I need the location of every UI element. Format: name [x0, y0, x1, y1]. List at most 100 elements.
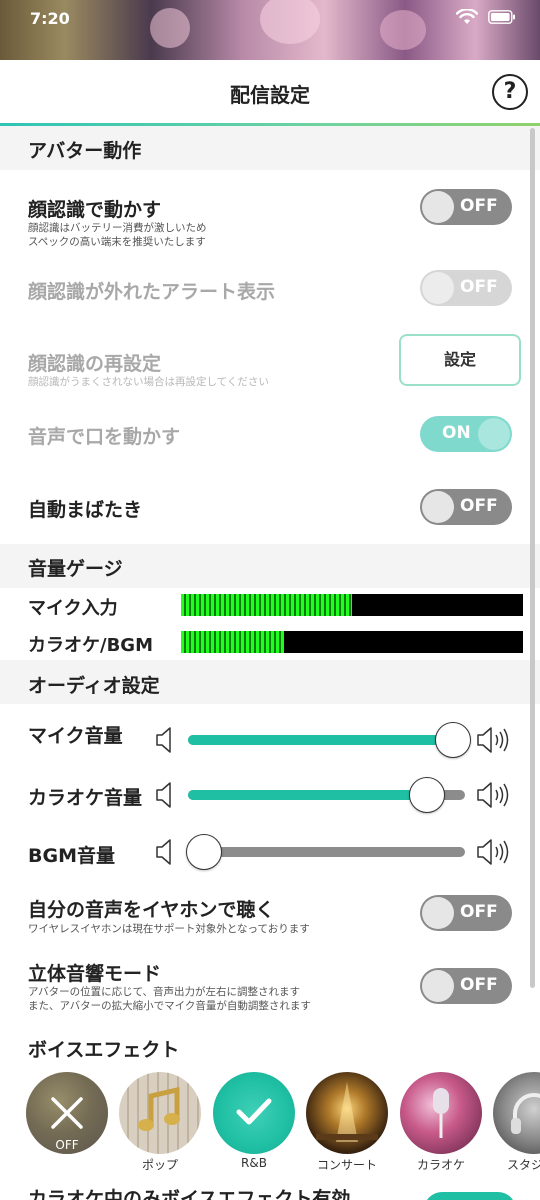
- karaoke-volume-fill: [188, 790, 427, 800]
- face-alert-toggle[interactable]: OFF: [420, 270, 512, 306]
- toggle-state: OFF: [460, 496, 498, 516]
- stereo-desc-2: また、アバターの拡大縮小でマイク音量が自動調整されます: [28, 1000, 311, 1012]
- karaoke-volume-label: カラオケ音量: [28, 787, 143, 809]
- section-title-avatar: アバター動作: [28, 140, 142, 162]
- speaker-low-icon: [156, 839, 171, 865]
- effect-label: カラオケ: [416, 1158, 465, 1172]
- mic-meter-label: マイク入力: [28, 598, 118, 619]
- toggle-state: OFF: [460, 277, 498, 297]
- scrollbar[interactable]: [530, 128, 535, 988]
- effect-label: コンサート: [316, 1158, 377, 1172]
- stereo-toggle[interactable]: OFF: [420, 968, 512, 1004]
- speaker-high-icon: [477, 839, 509, 865]
- voice-effect-title: ボイスエフェクト: [28, 1039, 180, 1061]
- mic-level-meter: [181, 594, 523, 616]
- mic-volume-label: マイク音量: [28, 725, 123, 747]
- speaker-low-icon: [156, 727, 171, 753]
- effect-karaoke-thumbnail: [400, 1072, 482, 1154]
- page-title: 配信設定: [230, 83, 310, 107]
- stereo-desc-1: アバターの位置に応じて、音声出力が左右に調整されます: [28, 986, 301, 998]
- mic-volume-fill: [188, 735, 453, 745]
- music-note-icon: [138, 1086, 180, 1131]
- face-reset-desc: 顔認識がうまくされない場合は再設定してください: [28, 376, 269, 388]
- section-title-audio: オーディオ設定: [28, 675, 160, 697]
- section-title-meter: 音量ゲージ: [28, 558, 123, 580]
- effect-rnb[interactable]: R&B: [213, 1072, 295, 1170]
- karaoke-level-fill: [181, 631, 284, 653]
- toggle-knob: [422, 897, 454, 929]
- toggle-knob: [422, 191, 454, 223]
- effect-concert[interactable]: コンサート: [306, 1072, 388, 1173]
- mic-volume-thumb[interactable]: [435, 722, 471, 758]
- bgm-volume-label: BGM音量: [28, 845, 115, 867]
- toggle-knob: [478, 418, 510, 450]
- speaker-high-icon: [477, 782, 509, 808]
- speaker-high-icon: [477, 727, 509, 753]
- monitor-desc: ワイヤレスイヤホンは現在サポート対象外となっております: [28, 923, 310, 935]
- microphone-icon: [433, 1088, 449, 1138]
- toggle-state: OFF: [460, 975, 498, 995]
- effect-pop-thumbnail: [119, 1072, 201, 1154]
- effect-label: スタジ: [507, 1158, 540, 1172]
- headphones-icon: [511, 1093, 540, 1134]
- background-blossom: [260, 0, 320, 44]
- mouth-toggle[interactable]: ON: [420, 416, 512, 452]
- effect-karaoke[interactable]: カラオケ: [400, 1072, 482, 1173]
- effect-off[interactable]: OFF: [26, 1072, 108, 1154]
- status-time: 7:20: [30, 9, 70, 28]
- karaoke-only-effect-toggle[interactable]: [424, 1192, 516, 1200]
- stereo-title: 立体音響モード: [28, 963, 162, 985]
- status-icons: [456, 9, 516, 25]
- bgm-volume-track[interactable]: [186, 834, 465, 870]
- face-reset-button[interactable]: 設定: [399, 334, 521, 386]
- karaoke-level-meter: [181, 631, 523, 653]
- effect-label: OFF: [55, 1138, 79, 1152]
- toggle-state: ON: [442, 423, 471, 443]
- toggle-state: OFF: [460, 902, 498, 922]
- karaoke-volume-track[interactable]: [188, 777, 465, 813]
- toggle-state: OFF: [460, 196, 498, 216]
- speaker-low-icon: [156, 782, 171, 808]
- header-bar: 配信設定 ?: [0, 60, 540, 124]
- toggle-knob: [422, 970, 454, 1002]
- voice-effect-list: OFF ポップ R&B コンサート カラオケ スタジ: [0, 1072, 540, 1182]
- blink-toggle[interactable]: OFF: [420, 489, 512, 525]
- face-reset-title: 顔認識の再設定: [28, 353, 162, 375]
- effect-label: R&B: [241, 1156, 267, 1170]
- effect-studio-thumbnail: [493, 1072, 540, 1154]
- blink-title: 自動まばたき: [28, 499, 143, 521]
- toggle-knob: [422, 272, 454, 304]
- mic-level-fill: [181, 594, 352, 616]
- effect-studio[interactable]: スタジ: [493, 1072, 540, 1173]
- toggle-knob: [422, 491, 454, 523]
- section-header-audio: オーディオ設定: [0, 660, 540, 704]
- status-bar: 7:20: [0, 0, 540, 60]
- effect-pop[interactable]: ポップ: [119, 1072, 201, 1173]
- bgm-volume-thumb[interactable]: [186, 834, 222, 870]
- face-move-desc-2: スペックの高い端末を推奨いたします: [28, 236, 206, 248]
- karaoke-only-effect-title: カラオケ中のみボイスエフェクト有効: [28, 1188, 351, 1200]
- stage-icon: [316, 1082, 378, 1142]
- karaoke-volume-thumb[interactable]: [409, 777, 445, 813]
- help-icon[interactable]: ?: [492, 74, 528, 110]
- background-blossom: [150, 8, 190, 48]
- face-alert-title: 顔認識が外れたアラート表示: [28, 281, 276, 303]
- close-icon: [51, 1097, 83, 1129]
- effect-label: ポップ: [141, 1158, 178, 1172]
- wifi-icon: [456, 9, 478, 24]
- battery-icon: [488, 10, 515, 24]
- section-header-avatar: アバター動作: [0, 126, 540, 170]
- check-icon: [236, 1098, 272, 1125]
- face-move-toggle[interactable]: OFF: [420, 189, 512, 225]
- karaoke-meter-label: カラオケ/BGM: [28, 635, 153, 656]
- mic-volume-track[interactable]: [188, 722, 471, 758]
- section-header-meter: 音量ゲージ: [0, 544, 540, 588]
- monitor-toggle[interactable]: OFF: [420, 895, 512, 931]
- mouth-title: 音声で口を動かす: [28, 426, 181, 448]
- monitor-title: 自分の音声をイヤホンで聴く: [28, 899, 275, 921]
- face-move-desc-1: 顔認識はバッテリー消費が激しいため: [28, 222, 207, 234]
- face-move-title: 顔認識で動かす: [28, 199, 162, 221]
- effect-rnb-thumbnail: [213, 1072, 295, 1154]
- background-blossom: [380, 10, 426, 50]
- effect-concert-thumbnail: [306, 1072, 388, 1154]
